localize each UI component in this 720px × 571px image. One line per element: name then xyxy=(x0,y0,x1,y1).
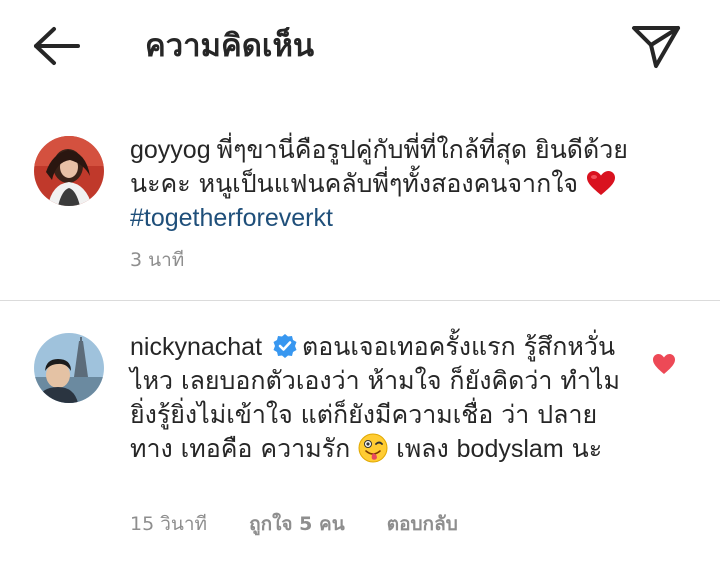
comment-username[interactable]: nickynachat xyxy=(130,333,262,361)
comment-body-end: นะ xyxy=(563,434,603,463)
paper-plane-icon xyxy=(632,26,680,68)
comment-text: goyyog พี่ๆขานี่คือรูปคู่กับพี่ที่ใกล้ที่… xyxy=(130,133,650,235)
comment-body-continued: เพลง xyxy=(388,434,449,463)
likes-count-link[interactable]: ถูกใจ 5 คน xyxy=(249,513,345,535)
avatar-photo xyxy=(34,136,104,206)
avatar[interactable] xyxy=(34,333,104,403)
top-bar: ความคิดเห็น xyxy=(0,0,720,92)
comment-username[interactable]: goyyog xyxy=(130,136,211,164)
comment-meta: 15 วินาที ถูกใจ 5 คน ตอบกลับ xyxy=(130,512,494,536)
share-button[interactable] xyxy=(630,24,682,70)
hashtag-link[interactable]: #togetherforeverkt xyxy=(130,204,333,232)
comment-time: 15 วินาที xyxy=(130,513,208,535)
band-name: bodyslam xyxy=(456,435,564,463)
comment-meta: 3 นาที xyxy=(130,248,220,272)
red-heart-icon xyxy=(587,171,616,195)
verified-badge-icon xyxy=(273,334,297,358)
heart-filled-icon xyxy=(653,354,675,374)
comment-text: nickynachat ตอนเจอเทอครั้งแรก รู้สึกหวั่… xyxy=(130,330,630,466)
avatar-photo xyxy=(34,333,104,403)
comment-time: 3 นาที xyxy=(130,249,185,271)
reply-button[interactable]: ตอบกลับ xyxy=(387,513,458,535)
avatar[interactable] xyxy=(34,136,104,206)
back-button[interactable] xyxy=(30,26,82,66)
winking-face-with-tongue-icon xyxy=(358,433,388,463)
arrow-left-icon xyxy=(34,27,80,65)
like-button[interactable] xyxy=(652,353,676,375)
divider xyxy=(0,300,720,301)
page-title: ความคิดเห็น xyxy=(145,28,315,64)
